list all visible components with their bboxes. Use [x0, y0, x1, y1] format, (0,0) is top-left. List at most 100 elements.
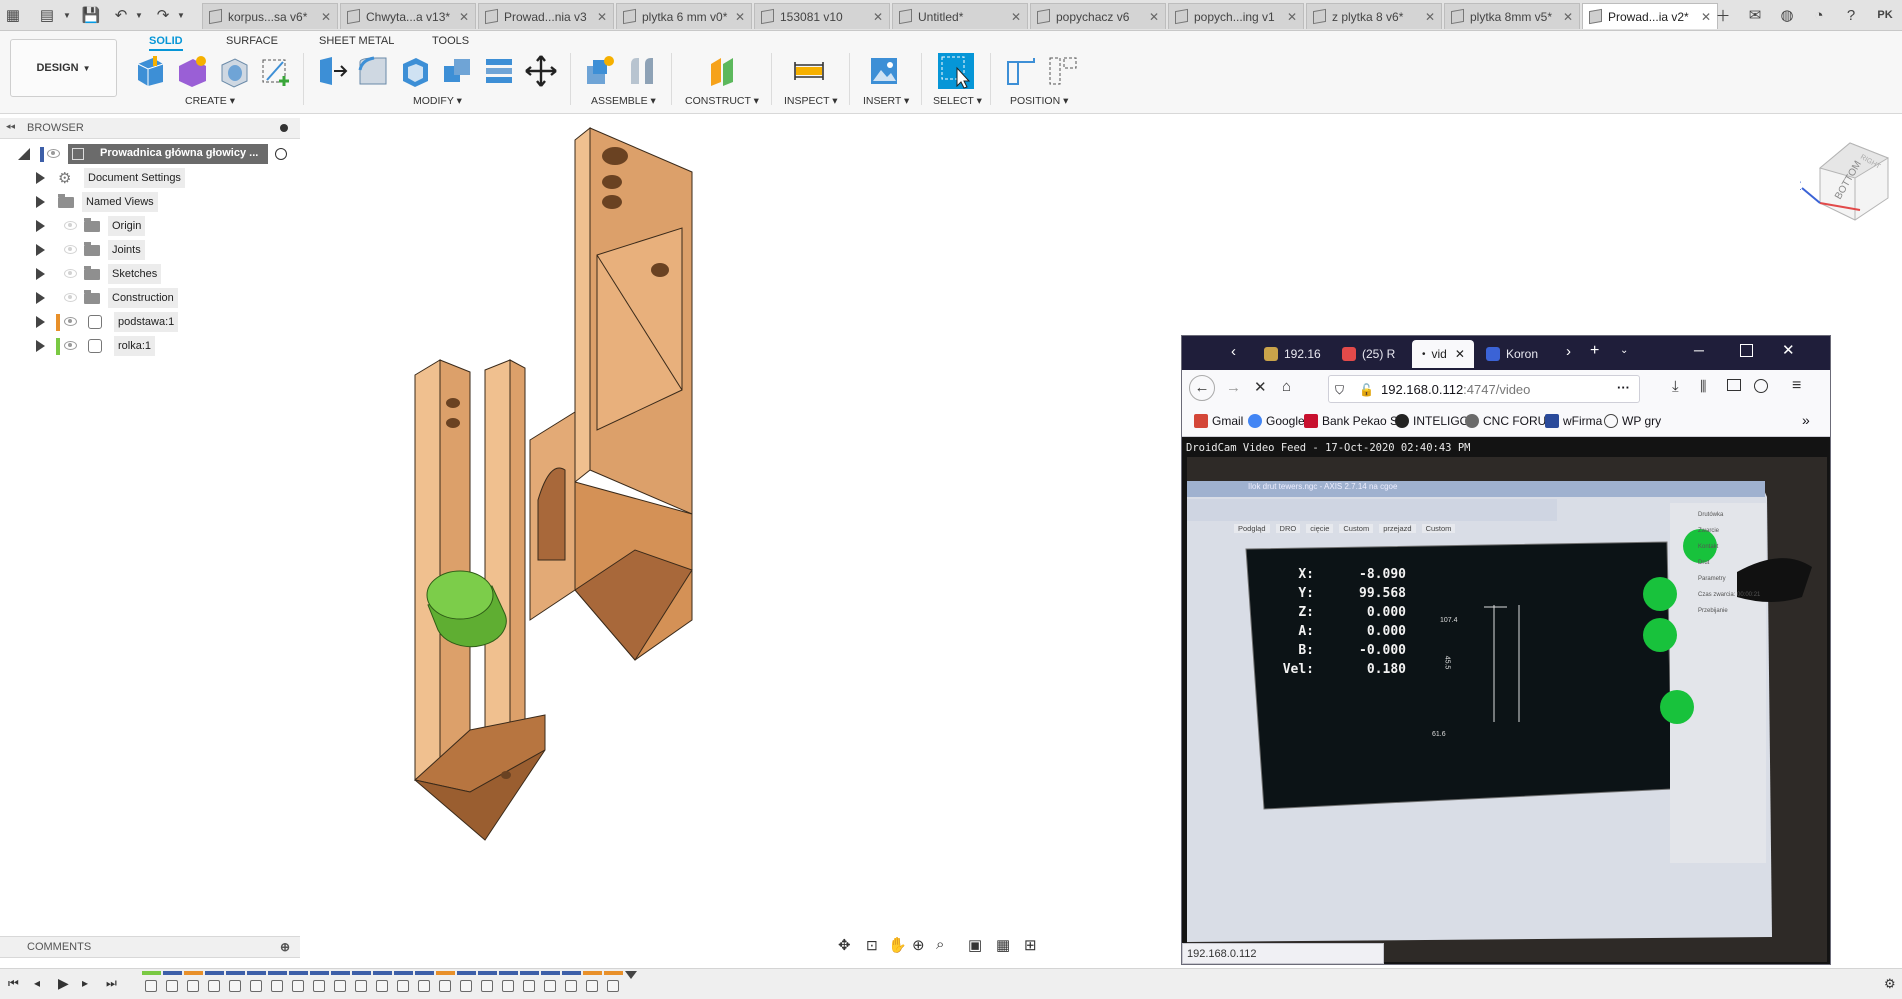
forward-icon[interactable]: →: [1226, 379, 1241, 396]
new-joint-icon[interactable]: [583, 54, 617, 88]
undo-dropdown-icon[interactable]: ▼: [128, 4, 150, 26]
redo-dropdown-icon[interactable]: ▼: [170, 4, 192, 26]
tab-solid[interactable]: SOLID: [149, 35, 183, 51]
close-tab-icon[interactable]: ✕: [1287, 10, 1297, 24]
shell-icon[interactable]: [398, 54, 432, 88]
create-sketch-icon[interactable]: [259, 54, 293, 88]
page-actions-icon[interactable]: ···: [1617, 374, 1630, 402]
timeline-feature-icon[interactable]: [184, 971, 203, 997]
press-pull-icon[interactable]: [314, 54, 348, 88]
firefox-tab[interactable]: 192.16: [1256, 340, 1330, 368]
insecure-lock-icon[interactable]: 🔓: [1359, 376, 1374, 404]
file-menu-icon[interactable]: ▤: [36, 4, 58, 26]
expand-triangle-icon[interactable]: [36, 196, 45, 208]
expanded-triangle-icon[interactable]: [18, 148, 30, 160]
close-window-icon[interactable]: ✕: [1782, 341, 1795, 359]
bookmark-item[interactable]: Bank Pekao SA: [1304, 414, 1406, 428]
document-tab[interactable]: Untitled* ✕: [892, 3, 1028, 29]
timeline-feature-icon[interactable]: [163, 971, 182, 997]
model-canvas[interactable]: [400, 120, 730, 860]
close-tab-icon[interactable]: ✕: [459, 10, 469, 24]
zoom-icon[interactable]: ⊕: [912, 936, 925, 954]
user-avatar[interactable]: PK: [1874, 4, 1896, 26]
browser-item-rolka-1[interactable]: rolka:1: [0, 336, 300, 358]
viewcube[interactable]: BOTTOM RIGHT Z: [1800, 128, 1900, 228]
timeline-feature-icon[interactable]: [394, 971, 413, 997]
tab-sheet-metal[interactable]: SHEET METAL: [319, 35, 394, 47]
fillet-icon[interactable]: [356, 54, 390, 88]
close-tab-icon[interactable]: ✕: [1701, 10, 1711, 24]
group-position[interactable]: POSITION ▾: [1010, 95, 1068, 107]
expand-triangle-icon[interactable]: [36, 268, 45, 280]
firefox-tab[interactable]: Koron: [1478, 340, 1552, 368]
help-icon[interactable]: ?: [1840, 4, 1862, 26]
tab-tools[interactable]: TOOLS: [432, 35, 469, 47]
bookmark-item[interactable]: WP gry: [1604, 414, 1661, 428]
document-tab[interactable]: z plytka 8 v6* ✕: [1306, 3, 1442, 29]
add-comment-icon[interactable]: ⊕: [280, 940, 290, 954]
document-tab[interactable]: 153081 v10 ✕: [754, 3, 890, 29]
notifications-icon[interactable]: ✉: [1744, 4, 1766, 26]
timeline-feature-icon[interactable]: [226, 971, 245, 997]
document-tab[interactable]: Prowad...nia v3 ✕: [478, 3, 614, 29]
close-tab-icon[interactable]: ✕: [1563, 10, 1573, 24]
group-modify[interactable]: MODIFY ▾: [413, 95, 462, 107]
create-form-icon[interactable]: [175, 54, 209, 88]
timeline-feature-icon[interactable]: [562, 971, 581, 997]
more-bookmarks-icon[interactable]: »: [1802, 412, 1810, 428]
document-tab[interactable]: popych...ing v1 ✕: [1168, 3, 1304, 29]
workspace-switcher[interactable]: DESIGN ▼: [10, 39, 117, 97]
capture-position-icon[interactable]: [1004, 54, 1038, 88]
visibility-eye-icon[interactable]: [64, 293, 77, 302]
extensions-icon[interactable]: ◍: [1776, 4, 1798, 26]
bookmark-item[interactable]: INTELIGO: [1395, 414, 1469, 428]
expand-triangle-icon[interactable]: [36, 220, 45, 232]
timeline-feature-icon[interactable]: [205, 971, 224, 997]
grid-settings-icon[interactable]: ▦: [996, 936, 1010, 954]
account-icon[interactable]: [1754, 379, 1768, 393]
close-tab-icon[interactable]: ✕: [597, 10, 607, 24]
hamburger-menu-icon[interactable]: ≡: [1792, 377, 1801, 395]
expand-triangle-icon[interactable]: [36, 172, 45, 184]
timeline-feature-icon[interactable]: [352, 971, 371, 997]
look-at-icon[interactable]: ⊡: [866, 937, 878, 954]
close-tab-icon[interactable]: ✕: [1455, 347, 1465, 361]
timeline-feature-icon[interactable]: [457, 971, 476, 997]
bookmark-item[interactable]: wFirma: [1545, 414, 1602, 428]
stop-loading-icon[interactable]: ✕: [1254, 378, 1267, 396]
visibility-eye-icon[interactable]: [64, 341, 77, 350]
fit-icon[interactable]: ⌕: [936, 936, 944, 953]
visibility-eye-icon[interactable]: [64, 317, 77, 326]
library-icon[interactable]: ⫼: [1700, 378, 1706, 395]
tabs-scroll-left-icon[interactable]: ‹: [1231, 343, 1236, 360]
expand-triangle-icon[interactable]: [36, 340, 45, 352]
document-tab[interactable]: plytka 6 mm v0* ✕: [616, 3, 752, 29]
timeline-next-icon[interactable]: ▸: [82, 976, 88, 990]
timeline-feature-icon[interactable]: [268, 971, 287, 997]
visibility-eye-icon[interactable]: [64, 221, 77, 230]
close-tab-icon[interactable]: ✕: [1425, 10, 1435, 24]
expand-triangle-icon[interactable]: [36, 292, 45, 304]
visibility-eye-icon[interactable]: [64, 245, 77, 254]
combine-icon[interactable]: [440, 54, 474, 88]
downloads-icon[interactable]: ⤓: [1672, 378, 1679, 395]
timeline-start-icon[interactable]: ⏮: [8, 976, 19, 991]
save-icon[interactable]: 💾: [80, 4, 102, 26]
firefox-tab-active[interactable]: • vid ✕: [1412, 340, 1474, 368]
close-tab-icon[interactable]: ✕: [321, 10, 331, 24]
close-tab-icon[interactable]: ✕: [735, 10, 745, 24]
timeline-feature-icon[interactable]: [373, 971, 392, 997]
app-grid-icon[interactable]: ▦: [2, 4, 24, 26]
tabs-scroll-right-icon[interactable]: ›: [1566, 343, 1571, 360]
minimize-icon[interactable]: ─: [1694, 342, 1704, 358]
new-tab-icon[interactable]: +: [1590, 342, 1599, 360]
browser-item-construction[interactable]: Construction: [0, 288, 300, 310]
viewports-icon[interactable]: ⊞: [1024, 936, 1037, 954]
expand-triangle-icon[interactable]: [36, 316, 45, 328]
timeline-feature-icon[interactable]: [289, 971, 308, 997]
timeline-settings-icon[interactable]: ⚙: [1884, 976, 1896, 992]
activate-radio-icon[interactable]: [275, 148, 287, 160]
revert-position-icon[interactable]: [1046, 54, 1080, 88]
tab-surface[interactable]: SURFACE: [226, 35, 278, 47]
document-tab[interactable]: popychacz v6 ✕: [1030, 3, 1166, 29]
